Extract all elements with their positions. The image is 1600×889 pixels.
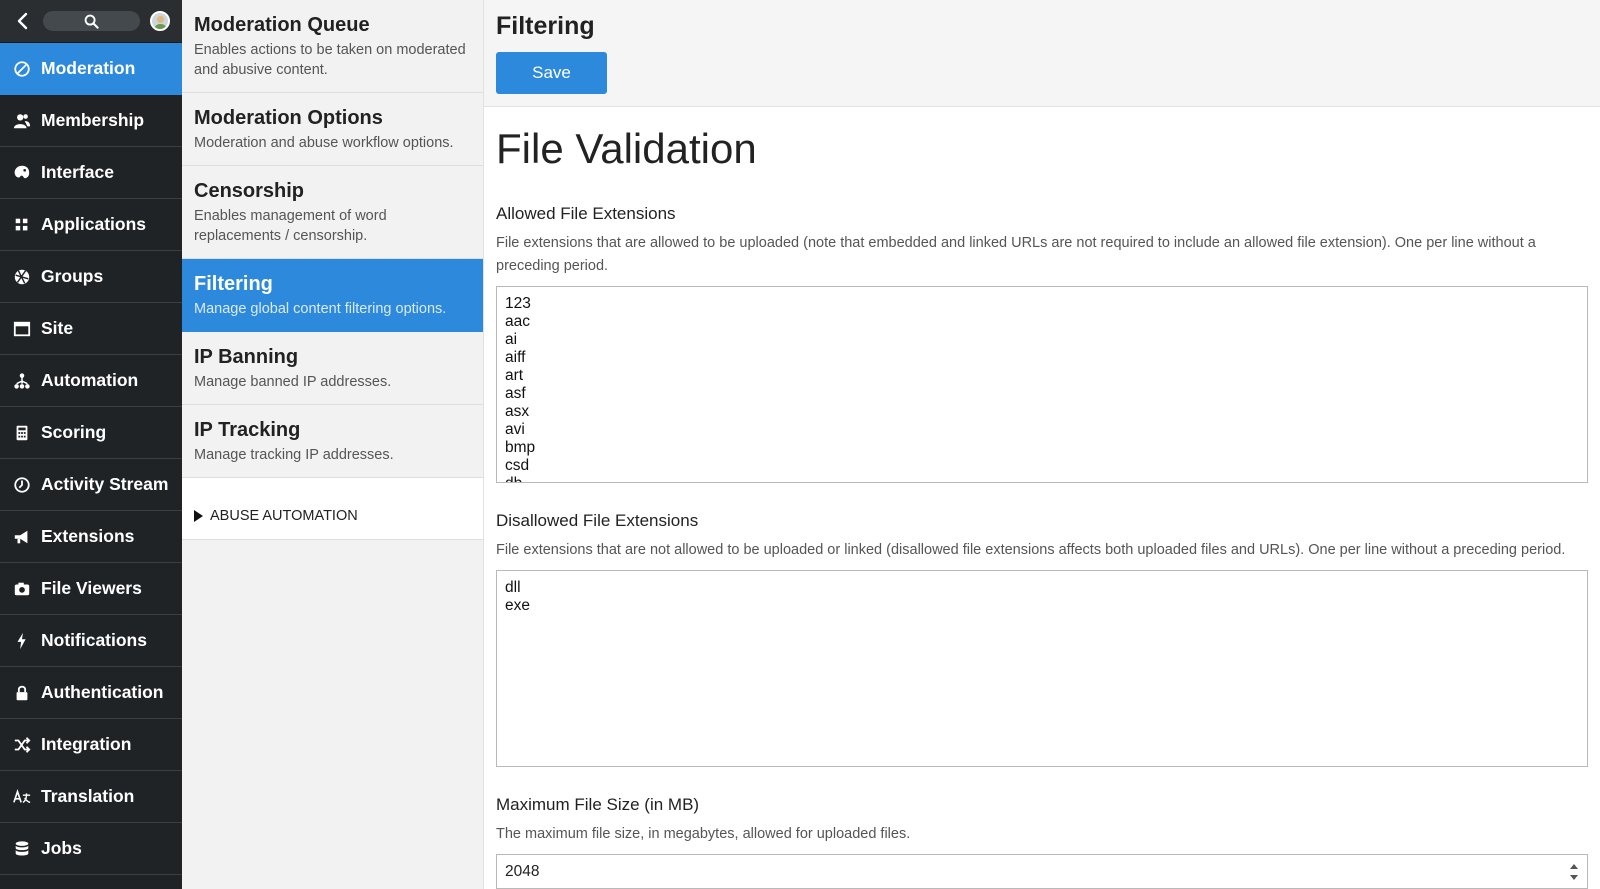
subpanel-item-moderation-options[interactable]: Moderation Options Moderation and abuse … <box>182 93 483 166</box>
sidebar-item-membership[interactable]: Membership <box>0 95 182 147</box>
sidebar-item-integration[interactable]: Integration <box>0 719 182 771</box>
subpanel-item-desc: Moderation and abuse workflow options. <box>194 135 454 151</box>
sidebar-item-label: Applications <box>41 214 147 234</box>
sidebar-toolbar <box>0 0 182 43</box>
search-button[interactable] <box>43 11 140 31</box>
sidebar-nav: Moderation Membership Interface Applicat… <box>0 43 182 875</box>
disallowed-extensions-label: Disallowed File Extensions <box>496 511 699 530</box>
subpanel-item-title: Censorship <box>194 180 305 202</box>
sidebar-item-site[interactable]: Site <box>0 303 182 355</box>
sidebar-item-file-viewers[interactable]: File Viewers <box>0 563 182 615</box>
subpanel-item-moderation-queue[interactable]: Moderation Queue Enables actions to be t… <box>182 0 483 93</box>
subpanel-item-title: Moderation Options <box>194 107 383 129</box>
palette-icon <box>12 163 32 183</box>
sidebar-item-label: File Viewers <box>41 578 142 598</box>
main-content: Filtering Save File Validation Allowed F… <box>484 0 1600 889</box>
groups-icon <box>12 267 32 287</box>
sidebar-item-label: Scoring <box>41 422 107 442</box>
subpanel-item-desc: Manage banned IP addresses. <box>194 374 392 390</box>
sidebar-item-authentication[interactable]: Authentication <box>0 667 182 719</box>
search-icon <box>84 14 99 29</box>
sidebar-item-label: Integration <box>41 734 132 754</box>
subpanel-item-ip-banning[interactable]: IP Banning Manage banned IP addresses. <box>182 332 483 405</box>
allowed-extensions-textarea[interactable]: 123 aac ai aiff art asf asx avi bmp csd … <box>496 286 1588 483</box>
back-arrow-icon[interactable] <box>13 11 33 31</box>
settings-form: File Validation Allowed File Extensions … <box>484 107 1600 889</box>
moderation-icon <box>12 59 32 79</box>
subpanel-item-filtering[interactable]: Filtering Manage global content filterin… <box>182 259 483 332</box>
megaphone-icon <box>12 527 32 547</box>
sidebar-item-label: Jobs <box>41 838 82 858</box>
disallowed-extensions-desc: File extensions that are not allowed to … <box>496 542 1566 558</box>
max-file-size-desc: The maximum file size, in megabytes, all… <box>496 826 911 842</box>
sidebar-item-label: Groups <box>41 266 104 286</box>
moderation-subpanel: Moderation Queue Enables actions to be t… <box>182 0 484 889</box>
subpanel-item-title: Moderation Queue <box>194 14 370 36</box>
hierarchy-icon <box>12 371 32 391</box>
subpanel-item-title: IP Banning <box>194 346 299 368</box>
lock-icon <box>12 683 32 703</box>
allowed-extensions-desc: File extensions that are allowed to be u… <box>496 235 1536 274</box>
sidebar-item-jobs[interactable]: Jobs <box>0 823 182 875</box>
sidebar-item-activity-stream[interactable]: Activity Stream <box>0 459 182 511</box>
clock-icon <box>12 475 32 495</box>
max-file-size-label: Maximum File Size (in MB) <box>496 795 700 814</box>
sidebar-item-label: Automation <box>41 370 139 390</box>
shuffle-icon <box>12 735 32 755</box>
camera-icon <box>12 579 32 599</box>
section-title: File Validation <box>496 125 757 172</box>
subpanel-item-desc: Manage tracking IP addresses. <box>194 447 394 463</box>
sidebar-item-label: Authentication <box>41 682 164 702</box>
save-button[interactable]: Save <box>496 52 607 94</box>
sidebar-item-label: Translation <box>41 786 135 806</box>
panel-title: Filtering <box>496 12 595 40</box>
user-avatar[interactable] <box>150 11 170 31</box>
subpanel-item-desc: Enables management of word replacements … <box>194 208 387 244</box>
expand-triangle-icon <box>194 510 203 522</box>
membership-icon <box>12 111 32 131</box>
sidebar-item-scoring[interactable]: Scoring <box>0 407 182 459</box>
sidebar-item-moderation[interactable]: Moderation <box>0 43 182 95</box>
database-icon <box>12 839 32 859</box>
window-icon <box>12 319 32 339</box>
sidebar-item-label: Membership <box>41 110 145 130</box>
panel-header: Filtering Save <box>484 0 1600 107</box>
sidebar-item-automation[interactable]: Automation <box>0 355 182 407</box>
subpanel-item-title: IP Tracking <box>194 419 301 441</box>
allowed-extensions-label: Allowed File Extensions <box>496 204 676 223</box>
subpanel-item-ip-tracking[interactable]: IP Tracking Manage tracking IP addresses… <box>182 405 483 478</box>
subpanel-item-desc: Enables actions to be taken on moderated… <box>194 42 466 78</box>
subpanel-item-censorship[interactable]: Censorship Enables management of word re… <box>182 166 483 259</box>
sidebar-item-label: Interface <box>41 162 114 182</box>
sidebar-item-extensions[interactable]: Extensions <box>0 511 182 563</box>
sidebar-item-translation[interactable]: Translation <box>0 771 182 823</box>
abuse-automation-toggle[interactable]: ABUSE AUTOMATION <box>182 478 483 540</box>
subpanel-item-desc: Manage global content filtering options. <box>194 301 447 317</box>
sidebar-item-label: Moderation <box>41 58 136 78</box>
translate-icon <box>12 787 32 807</box>
disallowed-extensions-textarea[interactable]: dll exe <box>496 570 1588 767</box>
sidebar-item-applications[interactable]: Applications <box>0 199 182 251</box>
max-file-size-value: 2048 <box>505 862 540 880</box>
apps-grid-icon <box>12 215 32 235</box>
sidebar-item-label: Notifications <box>41 630 147 650</box>
abuse-automation-label: ABUSE AUTOMATION <box>210 508 358 524</box>
sidebar-item-notifications[interactable]: Notifications <box>0 615 182 667</box>
max-file-size-input[interactable]: 2048 <box>496 854 1588 889</box>
sidebar-item-label: Activity Stream <box>41 474 169 494</box>
calculator-icon <box>12 423 32 443</box>
sidebar-item-groups[interactable]: Groups <box>0 251 182 303</box>
sidebar-item-interface[interactable]: Interface <box>0 147 182 199</box>
subpanel-item-title: Filtering <box>194 273 273 295</box>
admin-sidebar: Moderation Membership Interface Applicat… <box>0 0 182 889</box>
sidebar-item-label: Extensions <box>41 526 135 546</box>
bolt-icon <box>12 631 32 651</box>
number-stepper-icon[interactable] <box>1569 863 1579 880</box>
sidebar-item-label: Site <box>41 318 74 338</box>
